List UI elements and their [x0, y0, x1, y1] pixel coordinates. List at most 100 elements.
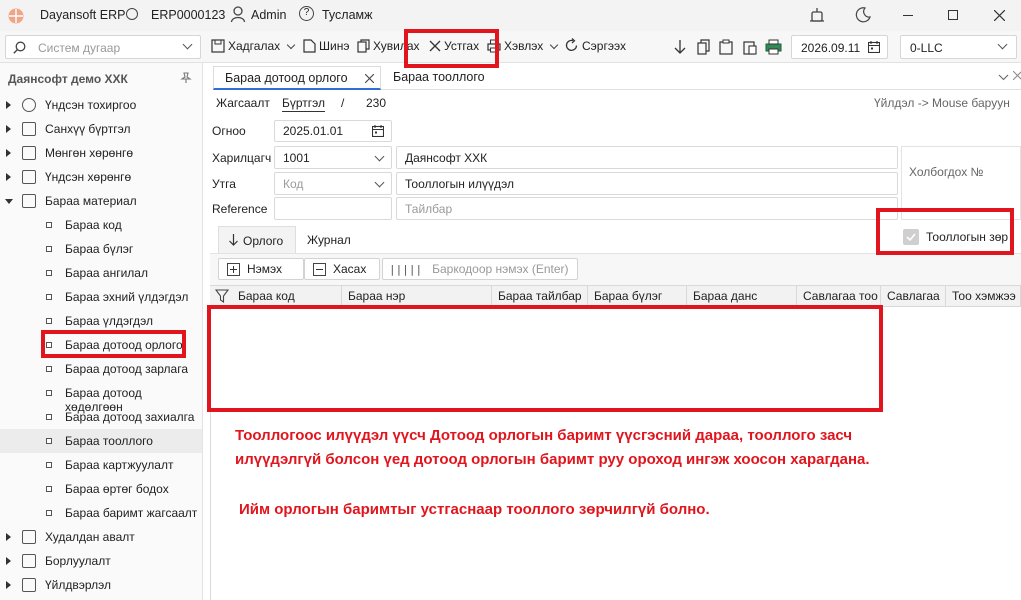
sidebar-item[interactable]: Үйлдвэрлэл [0, 573, 202, 597]
sidebar-item[interactable]: Үндсэн хөрөнгө [0, 165, 202, 189]
help-link[interactable]: Тусламж [322, 8, 373, 22]
tab-internal-receipt[interactable]: Бараа дотоод орлого [213, 66, 381, 90]
clipboard-icon[interactable] [719, 39, 733, 55]
purpose-code-select[interactable]: Код [274, 172, 392, 195]
expand-down-icon[interactable] [5, 199, 13, 204]
tab-receipt[interactable]: Орлого [218, 226, 296, 253]
purpose-label: Утга [212, 177, 236, 191]
minimize-icon[interactable] [903, 15, 913, 16]
sidebar-item[interactable]: Бараа дотоод захиалга [0, 405, 202, 429]
grid-column-header[interactable]: Тоо хэмжээ [946, 285, 1021, 307]
grid-column-header[interactable]: Бараа данс [687, 285, 797, 307]
sidebar-item[interactable]: Худалдан авалт [0, 525, 202, 549]
sidebar-item[interactable]: Бараа материал [0, 189, 202, 213]
sidebar-item[interactable]: Борлуулалт [0, 549, 202, 573]
sidebar-item[interactable]: Бараа үлдэгдэл [0, 309, 202, 333]
grid-column-header[interactable]: Бараа нэр [342, 285, 492, 307]
sidebar-item[interactable]: Бараа бүлэг [0, 237, 202, 261]
documents-icon[interactable] [697, 39, 711, 55]
remove-row-button[interactable]: Хасах [304, 258, 380, 280]
sales-icon [22, 554, 36, 568]
robot-icon[interactable] [809, 7, 825, 23]
add-row-button[interactable]: Нэмэх [218, 258, 304, 280]
barcode-input[interactable]: ||||| Баркодоор нэмэх (Enter) [382, 258, 578, 280]
plus-box-icon [227, 262, 240, 276]
sidebar-item[interactable]: Бараа өртөг бодох [0, 477, 202, 501]
refresh-button[interactable]: Сэргээх [564, 38, 626, 53]
tabs-overflow-chevron-icon[interactable] [998, 72, 1009, 83]
sidebar-item[interactable]: Бараа код [0, 213, 202, 237]
partner-name-field[interactable]: Даянсофт ХХК [396, 146, 898, 169]
sidebar-item[interactable]: Бараа дотоод зарлага [0, 357, 202, 381]
print-button[interactable]: Хэвлэх [487, 39, 559, 53]
search-placeholder: Систем дугаар [38, 41, 121, 55]
download-arrow-icon[interactable] [673, 39, 687, 55]
expand-right-icon[interactable] [6, 533, 11, 541]
database-name[interactable]: ERP0000123 [151, 8, 225, 22]
document-date-field[interactable]: 2025.01.01 [274, 120, 392, 142]
tab-inventory-count[interactable]: Бараа тооллого [383, 66, 503, 90]
expand-right-icon[interactable] [6, 581, 11, 589]
dark-mode-icon[interactable] [855, 7, 871, 23]
company-select[interactable]: 0-LLC [900, 35, 1017, 59]
note-field[interactable]: Тайлбар [396, 197, 898, 220]
expand-right-icon[interactable] [6, 101, 11, 109]
pin-icon[interactable] [180, 72, 192, 84]
grid-column-header[interactable]: Бараа тайлбар [492, 285, 588, 307]
app-name: Dayansoft ERP [40, 8, 126, 22]
factory-icon [22, 578, 36, 592]
purpose-text-field[interactable]: Тооллогын илүүдэл [396, 172, 898, 195]
cash-icon [22, 146, 36, 160]
sidebar-item[interactable]: Мөнгөн хөрөнгө [0, 141, 202, 165]
inventory-discrepancy-checkbox[interactable]: Тооллогын зөр [901, 227, 1019, 247]
sidebar-item-label: Бараа баримт жагсаалт [65, 506, 198, 520]
grid-column-header[interactable]: Бараа код [232, 285, 342, 307]
sidebar-item[interactable]: Үндсэн тохиргоо [0, 93, 202, 117]
sidebar-item[interactable]: Бараа баримт жагсаалт [0, 501, 202, 525]
sidebar-item-label: Бараа эхний үлдэгдэл [65, 290, 189, 304]
reference-field[interactable] [274, 197, 392, 220]
delete-button[interactable]: Устгах [429, 39, 479, 53]
sidebar-item[interactable]: Бараа тооллого [0, 429, 202, 453]
sidebar-item-label: Худалдан авалт [45, 530, 135, 544]
checkmark-icon [906, 233, 916, 242]
new-document-icon [303, 39, 316, 53]
chevron-down-icon [374, 151, 385, 162]
copy-button[interactable]: Хувилах [357, 39, 420, 53]
tab-close-icon[interactable] [365, 74, 374, 83]
new-button[interactable]: Шинэ [303, 39, 349, 53]
tree-node-icon [46, 486, 52, 492]
grid-column-header[interactable]: Савлагаа тоо [797, 285, 881, 307]
close-icon[interactable] [994, 10, 1005, 21]
company-title: Даянсофт демо ХХК [8, 72, 128, 86]
register-link[interactable]: Бүртгэл [282, 96, 326, 112]
close-all-tabs-icon[interactable] [1013, 71, 1021, 80]
expand-right-icon[interactable] [6, 149, 11, 157]
sidebar-item[interactable]: Бараа эхний үлдэгдэл [0, 285, 202, 309]
paste-icon[interactable] [743, 39, 757, 55]
expand-right-icon[interactable] [6, 557, 11, 565]
list-link[interactable]: Жагсаалт [216, 96, 270, 110]
related-number-box[interactable]: Холбогдох № [901, 146, 1021, 220]
sidebar-item-label: Бараа материал [45, 194, 137, 208]
related-number-label: Холбогдох № [909, 165, 984, 179]
date-picker[interactable]: 2026.09.11 [791, 35, 888, 59]
sidebar-item[interactable]: Бараа картжуулалт [0, 453, 202, 477]
sidebar-item[interactable]: Бараа ангилал [0, 261, 202, 285]
grid-column-header[interactable]: Савлагаа [881, 285, 946, 307]
save-button[interactable]: Хадгалах [211, 39, 296, 53]
sidebar-item[interactable]: Бараа дотоод хөдөлгөөн [0, 381, 202, 414]
user-name[interactable]: Admin [251, 8, 286, 22]
maximize-icon[interactable] [948, 10, 958, 20]
grid-column-header[interactable]: Бараа бүлэг [588, 285, 687, 307]
sidebar-item[interactable]: Бараа дотоод орлого [0, 333, 202, 357]
expand-right-icon[interactable] [6, 125, 11, 133]
filter-icon[interactable] [215, 289, 229, 303]
system-number-search[interactable]: Систем дугаар [5, 35, 201, 59]
sidebar-item[interactable]: Санхүү бүртгэл [0, 117, 202, 141]
printer-icon [487, 39, 501, 53]
excel-printer-icon[interactable] [765, 39, 782, 55]
tab-journal[interactable]: Журнал [307, 233, 351, 247]
partner-code-select[interactable]: 1001 [274, 146, 392, 169]
expand-right-icon[interactable] [6, 173, 11, 181]
